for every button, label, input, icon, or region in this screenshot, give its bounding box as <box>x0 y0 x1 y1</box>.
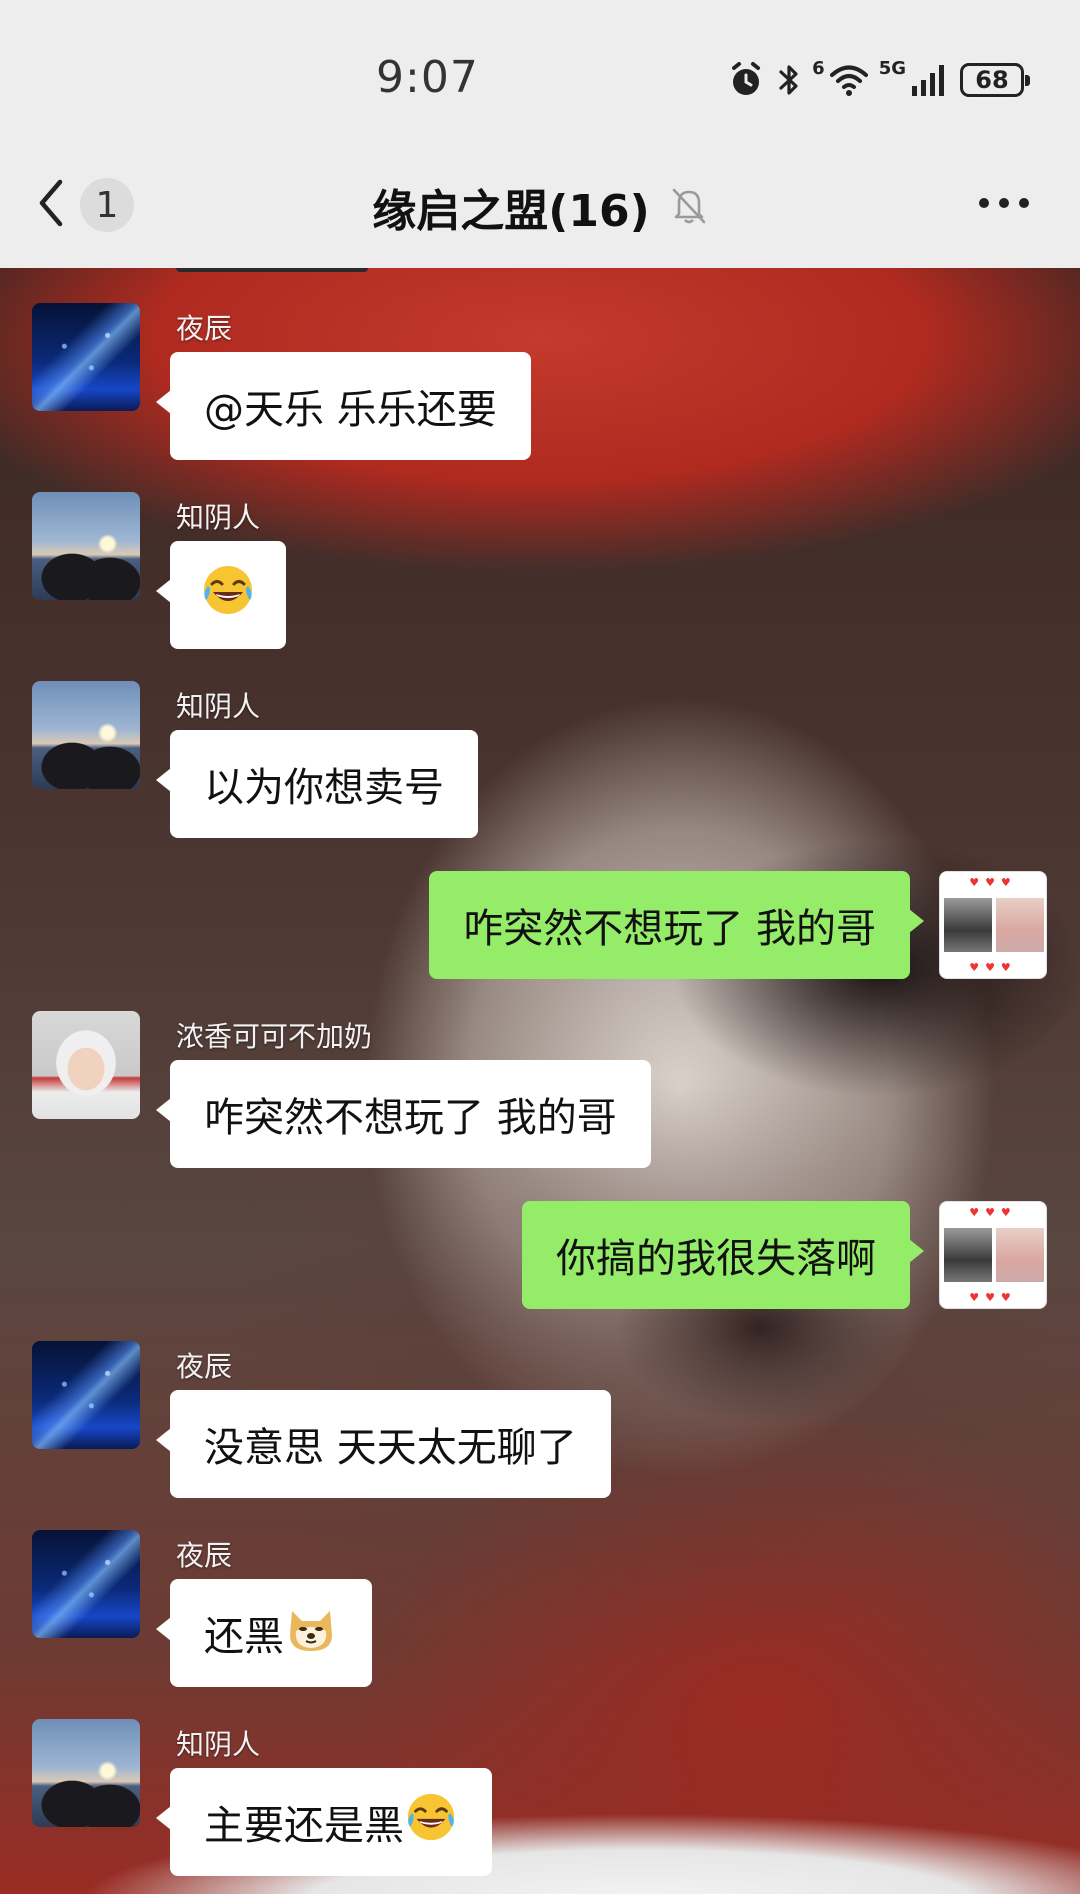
tears-of-joy-emoji <box>404 1790 458 1854</box>
battery-icon: 68 <box>960 63 1030 97</box>
tears-of-joy-emoji <box>200 562 256 628</box>
previous-message-fragment <box>176 268 368 272</box>
sender-name: 夜辰 <box>176 1539 233 1572</box>
message-text: 主要还是黑 <box>204 1803 404 1849</box>
message-bubble-outgoing[interactable]: 咋突然不想玩了 我的哥 <box>429 871 924 979</box>
status-time: 9:07 <box>376 52 479 103</box>
hearts-decoration: ♥♥♥ <box>969 1206 1017 1219</box>
bell-off-icon <box>670 184 708 230</box>
sender-name: 夜辰 <box>176 312 233 345</box>
message-text: 以为你想卖号 <box>204 765 444 811</box>
more-options-button[interactable] <box>978 195 1030 214</box>
wifi-icon <box>829 62 869 98</box>
message-text: 还黑 <box>204 1614 284 1660</box>
avatar-photo <box>996 898 1044 952</box>
message-text: 咋突然不想玩了 我的哥 <box>463 906 876 952</box>
message-bubble[interactable]: 没意思 天天太无聊了 <box>156 1390 611 1498</box>
sender-name: 夜辰 <box>176 1350 233 1383</box>
message-bubble-outgoing[interactable]: 你搞的我很失落啊 <box>522 1201 924 1309</box>
hearts-decoration: ♥♥♥ <box>969 961 1017 974</box>
sender-avatar[interactable] <box>32 303 140 411</box>
own-avatar[interactable]: ♥♥♥ ♥♥♥ <box>939 1201 1047 1309</box>
message-text: 你搞的我很失落啊 <box>556 1236 876 1282</box>
wifi-label: 6 <box>812 57 825 79</box>
hearts-decoration: ♥♥♥ <box>969 1291 1017 1304</box>
avatar-photo <box>944 898 992 952</box>
sender-name: 浓香可可不加奶 <box>176 1020 373 1053</box>
message-bubble[interactable]: 还黑 <box>156 1579 372 1687</box>
avatar-photo <box>944 1228 992 1282</box>
doge-emoji <box>284 1601 338 1665</box>
battery-level: 68 <box>975 66 1009 94</box>
sender-avatar[interactable] <box>32 681 140 789</box>
message-text: @天乐 乐乐还要 <box>204 387 497 433</box>
message-text: 没意思 天天太无聊了 <box>204 1425 577 1471</box>
sender-avatar[interactable] <box>32 1719 140 1827</box>
wallpaper-snow <box>0 1784 1080 1894</box>
more-horizontal-icon <box>978 195 1030 214</box>
sender-avatar[interactable] <box>32 1530 140 1638</box>
sender-name: 知阴人 <box>176 1728 261 1761</box>
chat-message-list[interactable]: 夜辰 @天乐 乐乐还要 知阴人 知阴人 以为你想卖号 咋突然不想玩了 我的哥 ♥… <box>0 268 1080 1894</box>
title-wrap: 缘启之盟(16) <box>0 174 1080 240</box>
message-text: 咋突然不想玩了 我的哥 <box>204 1095 617 1141</box>
signal-icon <box>910 62 950 98</box>
status-icons: 6 5G 68 <box>726 57 1030 102</box>
sender-avatar[interactable] <box>32 1011 140 1119</box>
chat-title[interactable]: 缘启之盟(16) <box>372 175 649 239</box>
sender-name: 知阴人 <box>176 501 261 534</box>
own-avatar[interactable]: ♥♥♥ ♥♥♥ <box>939 871 1047 979</box>
network-label: 5G <box>878 57 906 79</box>
message-bubble[interactable] <box>156 541 286 649</box>
sender-avatar[interactable] <box>32 492 140 600</box>
alarm-icon <box>726 60 766 100</box>
message-bubble[interactable]: 主要还是黑 <box>156 1768 492 1876</box>
message-bubble[interactable]: 咋突然不想玩了 我的哥 <box>156 1060 651 1168</box>
status-bar: 9:07 6 5G 68 <box>0 0 1080 150</box>
message-bubble[interactable]: 以为你想卖号 <box>156 730 478 838</box>
sender-avatar[interactable] <box>32 1341 140 1449</box>
bluetooth-icon <box>776 60 802 100</box>
avatar-photo <box>996 1228 1044 1282</box>
chat-header: 1 缘启之盟(16) <box>0 150 1080 268</box>
hearts-decoration: ♥♥♥ <box>969 876 1017 889</box>
sender-name: 知阴人 <box>176 690 261 723</box>
message-bubble[interactable]: @天乐 乐乐还要 <box>156 352 531 460</box>
